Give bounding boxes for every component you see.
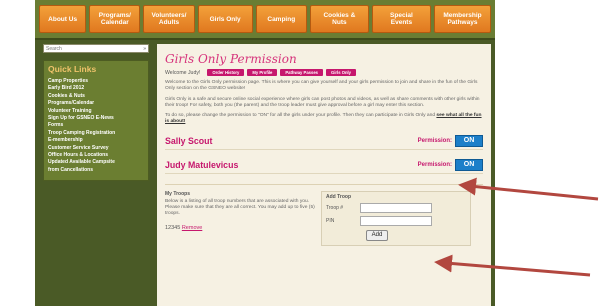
quick-link-item[interactable]: Updated Available Campsite: [48, 159, 144, 166]
nav-about-us[interactable]: About Us: [39, 5, 87, 33]
girls-only-button[interactable]: Girls Only: [325, 69, 356, 76]
nav-cookies-nuts[interactable]: Cookies & Nuts: [309, 5, 369, 33]
welcome-text: Welcome Judy!: [165, 69, 201, 76]
search-go-icon[interactable]: »: [143, 46, 146, 52]
nav-girls-only[interactable]: Girls Only: [197, 5, 253, 33]
quick-link-item[interactable]: from Cancellations: [48, 167, 144, 174]
troop-entry: 12345 Remove: [165, 225, 315, 231]
quick-link-item[interactable]: Office Hours & Locations: [48, 152, 144, 159]
person-row: Sally Scout Permission: ON: [165, 134, 483, 150]
nav-camping[interactable]: Camping: [255, 5, 307, 33]
add-troop-panel: Add Troop Troop # PIN Add: [321, 190, 471, 246]
page-title: Girls Only Permission: [165, 52, 297, 66]
person-row: Judy Matulevicus Permission: ON: [165, 158, 483, 174]
person-name: Sally Scout: [165, 135, 213, 146]
nav-membership-pathways[interactable]: Membership Pathways: [433, 5, 491, 33]
section-divider: [165, 183, 483, 185]
quick-link-item[interactable]: Volunteer Training: [48, 108, 144, 115]
quick-link-item[interactable]: Programs/Calendar: [48, 100, 144, 107]
pathway-passes-button[interactable]: Pathway Passes: [280, 69, 323, 76]
quick-link-item[interactable]: Early Bird 2012: [48, 85, 144, 92]
nav-special-events[interactable]: Special Events: [371, 5, 431, 33]
pin-label: PIN: [326, 217, 335, 224]
permission-toggle[interactable]: ON: [455, 158, 483, 171]
sidebar: Search » Quick Links Camp Properties Ear…: [43, 44, 149, 306]
order-history-button[interactable]: Order History: [207, 69, 245, 76]
person-name: Judy Matulevicus: [165, 159, 239, 170]
quick-link-item[interactable]: Forms: [48, 122, 144, 129]
permission-toggle[interactable]: ON: [455, 134, 483, 147]
quick-link-item[interactable]: Camp Properties: [48, 78, 144, 85]
quick-links-title: Quick Links: [48, 64, 97, 74]
pin-field-row: PIN: [326, 215, 466, 226]
instructions-paragraph: To do so, please change the permission t…: [165, 113, 483, 126]
remove-troop-link[interactable]: Remove: [182, 225, 202, 231]
welcome-row: Welcome Judy! Order History My Profile P…: [165, 69, 483, 76]
quick-link-item[interactable]: E-membership: [48, 137, 144, 144]
troop-field-row: Troop #: [326, 202, 466, 213]
quick-link-item[interactable]: Troop Camping Registration: [48, 130, 144, 137]
website-frame: About Us Programs/ Calendar Volunteers/ …: [35, 0, 495, 306]
quick-links-panel: Quick Links Camp Properties Early Bird 2…: [43, 60, 149, 182]
troop-number-label: Troop #: [326, 204, 344, 211]
main-content: Girls Only Permission Welcome Judy! Orde…: [157, 44, 491, 306]
search-input[interactable]: Search »: [43, 44, 149, 53]
permission-group: Permission: ON: [417, 158, 483, 171]
nav-programs-calendar[interactable]: Programs/ Calendar: [89, 5, 141, 33]
troop-number-input[interactable]: [360, 202, 432, 213]
quick-link-item[interactable]: Cookies & Nuts: [48, 93, 144, 100]
nav-volunteers-adults[interactable]: Volunteers/ Adults: [143, 5, 195, 33]
troop-number: 12345: [165, 224, 181, 231]
safety-paragraph: Girls Only is a safe and secure online s…: [165, 96, 480, 108]
instructions-text: To do so, please change the permission t…: [165, 113, 436, 119]
intro-paragraph: Welcome to the Girls Only permission pag…: [165, 80, 478, 92]
my-troops-panel: My Troops Below is a listing of all troo…: [165, 191, 315, 246]
my-profile-button[interactable]: My Profile: [247, 69, 278, 76]
quick-link-item[interactable]: Customer Service Survey: [48, 145, 144, 152]
add-troop-title: Add Troop: [326, 193, 351, 200]
troops-section: My Troops Below is a listing of all troo…: [165, 190, 483, 246]
my-troops-title: My Troops: [165, 190, 191, 197]
permission-label: Permission:: [417, 137, 452, 144]
search-input-text[interactable]: Search: [46, 46, 62, 52]
top-navigation: About Us Programs/ Calendar Volunteers/ …: [35, 0, 495, 40]
pin-input[interactable]: [360, 215, 432, 226]
permission-label: Permission:: [417, 161, 452, 168]
my-troops-description: Below is a listing of all troop numbers …: [165, 198, 315, 217]
add-troop-button[interactable]: Add: [366, 229, 388, 241]
permission-group: Permission: ON: [417, 134, 483, 147]
quick-link-item[interactable]: Sign Up for GSNEO E-News: [48, 115, 144, 122]
